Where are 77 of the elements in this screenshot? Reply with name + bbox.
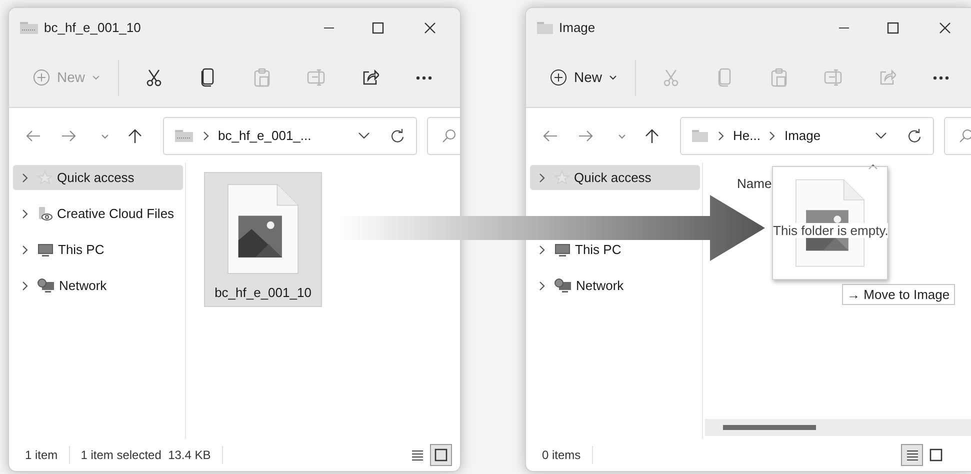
image-file-icon [227,181,299,277]
share-icon [361,68,380,87]
up-button[interactable] [644,128,660,144]
tiles-view-button[interactable] [430,444,452,466]
sidebar-item[interactable]: Creative Cloud Files [13,201,183,226]
network-icon [37,278,55,294]
dropdown-icon[interactable] [875,132,887,140]
status-text: 1 item [25,446,70,464]
folder-icon [536,21,554,35]
rename-icon [307,68,326,87]
scrollbar-thumb[interactable] [723,425,816,430]
sort-caret-icon [868,164,878,170]
network-icon [554,278,572,294]
plus-icon [550,69,567,86]
sidebar-item[interactable]: This PC [13,237,183,262]
breadcrumb-separator-icon [768,130,776,140]
expand-chevron-icon [538,244,546,254]
plus-icon [33,69,50,86]
large-icons-view-icon [434,448,448,462]
large-icons-view-icon [929,448,943,462]
move-tooltip: → Move to Image [842,284,955,305]
sidebar-item[interactable]: Quick access [530,165,700,190]
search-icon [442,128,456,142]
address-bar[interactable]: He... Image [680,116,934,154]
expand-chevron-icon [21,172,29,182]
sidebar-item[interactable]: Network [530,273,700,298]
paste-icon [253,68,272,87]
details-view-icon [906,448,918,462]
refresh-button[interactable] [907,128,923,144]
back-button[interactable] [25,128,41,144]
sidebar-item[interactable]: Network [13,273,183,298]
breadcrumb-separator-icon [202,130,210,140]
expand-chevron-icon [21,208,29,218]
sidebar-item[interactable]: Quick access [13,165,183,190]
expand-chevron-icon [538,172,546,182]
cloud-folder-icon [37,206,53,222]
status-text: 1 item selected 13.4 KB [80,446,223,464]
window-title: bc_hf_e_001_10 [44,19,141,38]
expand-chevron-icon [21,280,29,290]
address-bar[interactable]: bc_hf_e_001_... [163,116,417,154]
empty-folder-message: This folder is empty. [773,222,888,238]
more-icon [933,76,950,80]
folder-icon [691,128,709,142]
breadcrumb[interactable]: Image [784,126,821,146]
rename-icon [824,68,842,87]
new-button[interactable]: New [544,60,624,94]
scissors-icon [145,68,164,87]
breadcrumb-separator-icon [717,130,725,140]
paste-icon [770,68,788,87]
search-icon [959,128,971,142]
dropdown-icon[interactable] [358,132,370,140]
breadcrumb[interactable]: bc_hf_e_001_... [218,126,312,146]
forward-button[interactable] [61,128,77,144]
caret-icon [609,74,618,80]
monitor-icon [37,242,54,258]
expand-chevron-icon [538,280,546,290]
forward-button[interactable] [578,128,594,144]
details-view-icon [410,448,424,462]
back-button[interactable] [542,128,558,144]
expand-chevron-icon [21,244,29,254]
zip-folder-icon [19,21,39,35]
file-tile[interactable]: bc_hf_e_001_10 [204,172,322,307]
monitor-icon [554,242,571,258]
window-title: Image [559,19,596,38]
scissors-icon [662,68,680,87]
more-icon [416,76,432,80]
details-view-button[interactable] [901,444,923,466]
caret-icon [92,74,100,80]
sidebar-item[interactable]: This PC [530,237,700,262]
column-header[interactable]: Name [737,174,772,194]
horizontal-scrollbar[interactable] [705,419,971,436]
zip-folder-icon [174,128,194,142]
up-button[interactable] [127,128,143,144]
breadcrumb[interactable]: He... [733,126,760,146]
status-text: 0 items [542,446,593,464]
share-icon [878,68,896,87]
refresh-button[interactable] [390,128,406,144]
